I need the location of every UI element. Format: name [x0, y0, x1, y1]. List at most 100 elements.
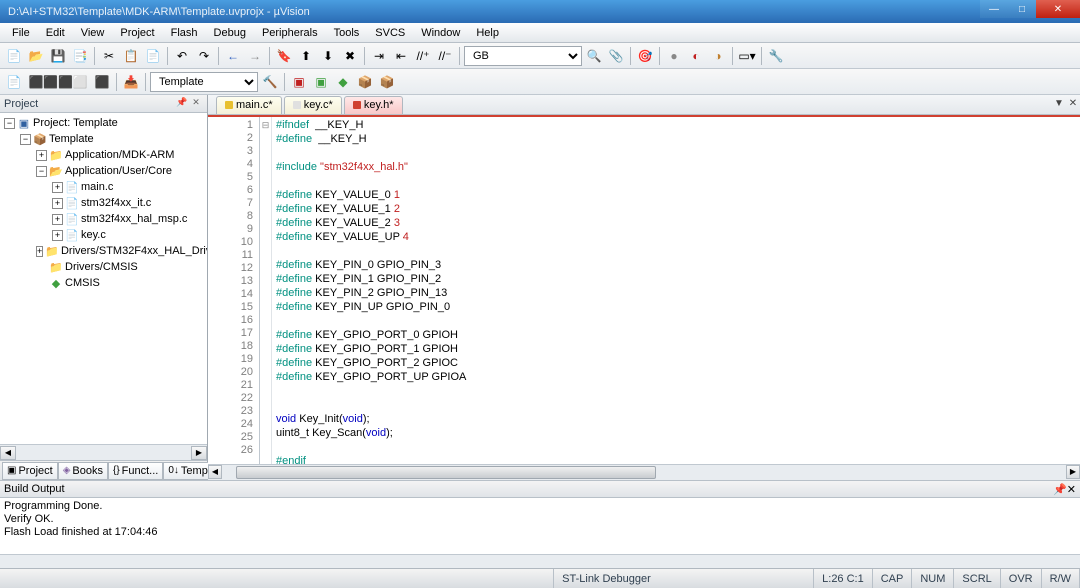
tab-books[interactable]: ◈Books	[58, 462, 108, 480]
menu-window[interactable]: Window	[413, 25, 468, 41]
target-options-button[interactable]: 🔨	[260, 72, 280, 92]
expand-icon[interactable]: +	[36, 246, 43, 257]
bookmark-clear-button[interactable]: ✖	[340, 46, 360, 66]
minimize-button[interactable]: —	[980, 0, 1008, 18]
tree-file-key[interactable]: + 📄 key.c	[0, 227, 207, 243]
build-output-body[interactable]: Programming Done.Verify OK.Flash Load fi…	[0, 498, 1080, 554]
expand-icon[interactable]: −	[20, 134, 31, 145]
tab-functions[interactable]: {}Funct...	[108, 462, 163, 480]
undo-button[interactable]: ↶	[172, 46, 192, 66]
tree-file-msp[interactable]: + 📄 stm32f4xx_hal_msp.c	[0, 211, 207, 227]
tree-group-cmsis[interactable]: ◆ CMSIS	[0, 275, 207, 291]
translate-button[interactable]: 📄	[4, 72, 24, 92]
editor-hscroll[interactable]: ◀ ▶	[208, 464, 1080, 480]
scroll-thumb[interactable]	[236, 466, 656, 479]
manage-files-button[interactable]: ▣	[311, 72, 331, 92]
stop-build-button[interactable]: ⬛	[92, 72, 112, 92]
scroll-right-icon[interactable]: ▶	[191, 446, 207, 460]
cut-button[interactable]: ✂	[99, 46, 119, 66]
tab-project[interactable]: ▣Project	[2, 462, 58, 480]
bookmark-next-button[interactable]: ⬇	[318, 46, 338, 66]
build-hscroll[interactable]	[0, 554, 1080, 568]
bookmark-button[interactable]: 🔖	[274, 46, 294, 66]
tree-root[interactable]: − ▣ Project: Template	[0, 115, 207, 131]
batch-build-button[interactable]: ⬜	[70, 72, 90, 92]
window-layout-button[interactable]: ▭▾	[737, 46, 757, 66]
project-panel-tabs: ▣Project ◈Books {}Funct... 0↓Templ...	[0, 460, 207, 480]
nav-back-button[interactable]: ←	[223, 46, 243, 66]
menu-edit[interactable]: Edit	[38, 25, 73, 41]
expand-icon[interactable]: +	[52, 230, 63, 241]
scroll-left-icon[interactable]: ◀	[208, 465, 222, 479]
outdent-button[interactable]: ⇤	[391, 46, 411, 66]
code-text[interactable]: #ifndef __KEY_H #define __KEY_H #include…	[272, 117, 1080, 464]
expand-icon[interactable]: +	[52, 198, 63, 209]
editor-tab-main[interactable]: main.c*	[216, 96, 282, 114]
expand-icon[interactable]: −	[4, 118, 15, 129]
panel-pin-icon[interactable]: 📌	[1053, 483, 1067, 496]
expand-icon[interactable]: +	[52, 182, 63, 193]
close-button[interactable]: ✕	[1036, 0, 1080, 18]
download-button[interactable]: 📥	[121, 72, 141, 92]
scroll-left-icon[interactable]: ◀	[0, 446, 16, 460]
tree-group-mdk[interactable]: + 📁 Application/MDK-ARM	[0, 147, 207, 163]
breakpoint-enable-button[interactable]: ◐	[686, 46, 706, 66]
copy-button[interactable]: 📋	[121, 46, 141, 66]
panel-pin-icon[interactable]: 📌	[175, 97, 189, 111]
save-button[interactable]: 💾	[48, 46, 68, 66]
editor-tab-keyh[interactable]: key.h*	[344, 96, 403, 114]
save-all-button[interactable]: 📑	[70, 46, 90, 66]
debug-button[interactable]: 🎯	[635, 46, 655, 66]
expand-icon[interactable]: −	[36, 166, 47, 177]
editor-tab-keyc[interactable]: key.c*	[284, 96, 342, 114]
incremental-find-button[interactable]: 📎	[606, 46, 626, 66]
target-select[interactable]: Template	[150, 72, 258, 92]
expand-icon[interactable]: +	[36, 150, 47, 161]
menu-file[interactable]: File	[4, 25, 38, 41]
indent-button[interactable]: ⇥	[369, 46, 389, 66]
menu-project[interactable]: Project	[112, 25, 162, 41]
uncomment-button[interactable]: //⁻	[435, 46, 455, 66]
configure-button[interactable]: 🔧	[766, 46, 786, 66]
menu-peripherals[interactable]: Peripherals	[254, 25, 326, 41]
manage-project-button[interactable]: ▣	[289, 72, 309, 92]
paste-button[interactable]: 📄	[143, 46, 163, 66]
menu-flash[interactable]: Flash	[163, 25, 206, 41]
tree-file-main[interactable]: + 📄 main.c	[0, 179, 207, 195]
project-hscroll[interactable]: ◀ ▶	[0, 444, 207, 460]
tree-file-it[interactable]: + 📄 stm32f4xx_it.c	[0, 195, 207, 211]
redo-button[interactable]: ↷	[194, 46, 214, 66]
tab-close-button[interactable]: ✕	[1066, 98, 1080, 112]
panel-close-icon[interactable]: ✕	[1067, 483, 1076, 496]
fold-column[interactable]: ⊟	[260, 117, 272, 464]
menu-svcs[interactable]: SVCS	[367, 25, 413, 41]
bookmark-prev-button[interactable]: ⬆	[296, 46, 316, 66]
search-combo[interactable]: GB	[464, 46, 582, 66]
tree-target[interactable]: − 📦 Template	[0, 131, 207, 147]
expand-icon[interactable]: +	[52, 214, 63, 225]
breakpoint-disable-button[interactable]: ◑	[708, 46, 728, 66]
project-tree[interactable]: − ▣ Project: Template − 📦 Template + 📁 A…	[0, 113, 207, 444]
menu-view[interactable]: View	[73, 25, 113, 41]
menu-tools[interactable]: Tools	[326, 25, 368, 41]
tree-group-usercore[interactable]: − 📂 Application/User/Core	[0, 163, 207, 179]
maximize-button[interactable]: □	[1008, 0, 1036, 18]
menu-debug[interactable]: Debug	[206, 25, 254, 41]
nav-fwd-button[interactable]: →	[245, 46, 265, 66]
tab-list-button[interactable]: ▼	[1052, 98, 1066, 112]
manage-packs-button[interactable]: 📦	[377, 72, 397, 92]
scroll-right-icon[interactable]: ▶	[1066, 465, 1080, 479]
open-file-button[interactable]: 📂	[26, 46, 46, 66]
rebuild-button[interactable]: ⬛⬛	[48, 72, 68, 92]
pack-installer-button[interactable]: 📦	[355, 72, 375, 92]
manage-rte-button[interactable]: ◆	[333, 72, 353, 92]
find-button[interactable]: 🔍	[584, 46, 604, 66]
tree-group-drivers-cmsis[interactable]: 📁 Drivers/CMSIS	[0, 259, 207, 275]
breakpoint-insert-button[interactable]: ●	[664, 46, 684, 66]
code-editor[interactable]: 1234567891011121314151617181920212223242…	[208, 115, 1080, 464]
comment-button[interactable]: //⁺	[413, 46, 433, 66]
menu-help[interactable]: Help	[468, 25, 507, 41]
new-file-button[interactable]: 📄	[4, 46, 24, 66]
tree-group-hal[interactable]: + 📁 Drivers/STM32F4xx_HAL_Driver	[0, 243, 207, 259]
panel-close-icon[interactable]: ✕	[189, 97, 203, 111]
